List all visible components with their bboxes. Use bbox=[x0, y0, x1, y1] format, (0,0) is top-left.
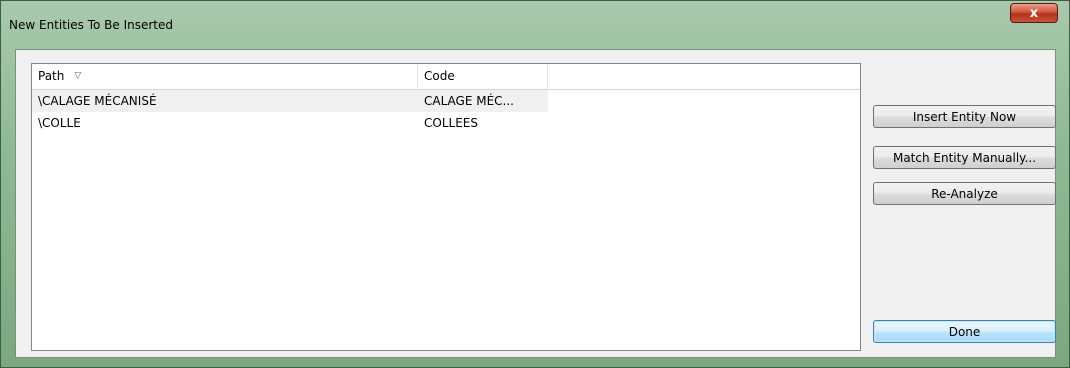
cell-path: \COLLE bbox=[38, 116, 81, 130]
title-bar[interactable]: New Entities To Be Inserted x bbox=[1, 1, 1069, 51]
column-header-code-label: Code bbox=[424, 69, 455, 83]
dialog-window: New Entities To Be Inserted x Path ▽ Code… bbox=[0, 0, 1070, 368]
cell-filler bbox=[548, 90, 860, 112]
sort-indicator-icon: ▽ bbox=[74, 71, 82, 81]
table-row[interactable]: \COLLE COLLEES bbox=[32, 112, 860, 134]
window-title: New Entities To Be Inserted bbox=[9, 18, 173, 32]
re-analyze-button[interactable]: Re-Analyze bbox=[873, 182, 1056, 205]
column-header-path[interactable]: Path ▽ bbox=[32, 64, 418, 89]
list-header: Path ▽ Code bbox=[32, 64, 860, 90]
dialog-client-area: Path ▽ Code \CALAGE MÉCANISÉ CALAGE MÉC..… bbox=[15, 49, 1056, 358]
cell-code: CALAGE MÉC... bbox=[424, 94, 514, 108]
close-button[interactable]: x bbox=[1010, 3, 1058, 23]
entities-list[interactable]: Path ▽ Code \CALAGE MÉCANISÉ CALAGE MÉC..… bbox=[31, 63, 861, 351]
cell-code: COLLEES bbox=[424, 116, 478, 130]
cell-path: \CALAGE MÉCANISÉ bbox=[38, 94, 157, 108]
insert-entity-now-button[interactable]: Insert Entity Now bbox=[873, 105, 1056, 128]
close-icon: x bbox=[1029, 5, 1039, 21]
table-row[interactable]: \CALAGE MÉCANISÉ CALAGE MÉC... bbox=[32, 90, 860, 112]
column-header-path-label: Path bbox=[38, 69, 65, 83]
done-button[interactable]: Done bbox=[873, 320, 1056, 343]
match-entity-manually-button[interactable]: Match Entity Manually... bbox=[873, 146, 1056, 169]
column-header-code[interactable]: Code bbox=[418, 64, 548, 89]
column-header-filler bbox=[548, 64, 860, 89]
cell-filler bbox=[548, 112, 860, 134]
